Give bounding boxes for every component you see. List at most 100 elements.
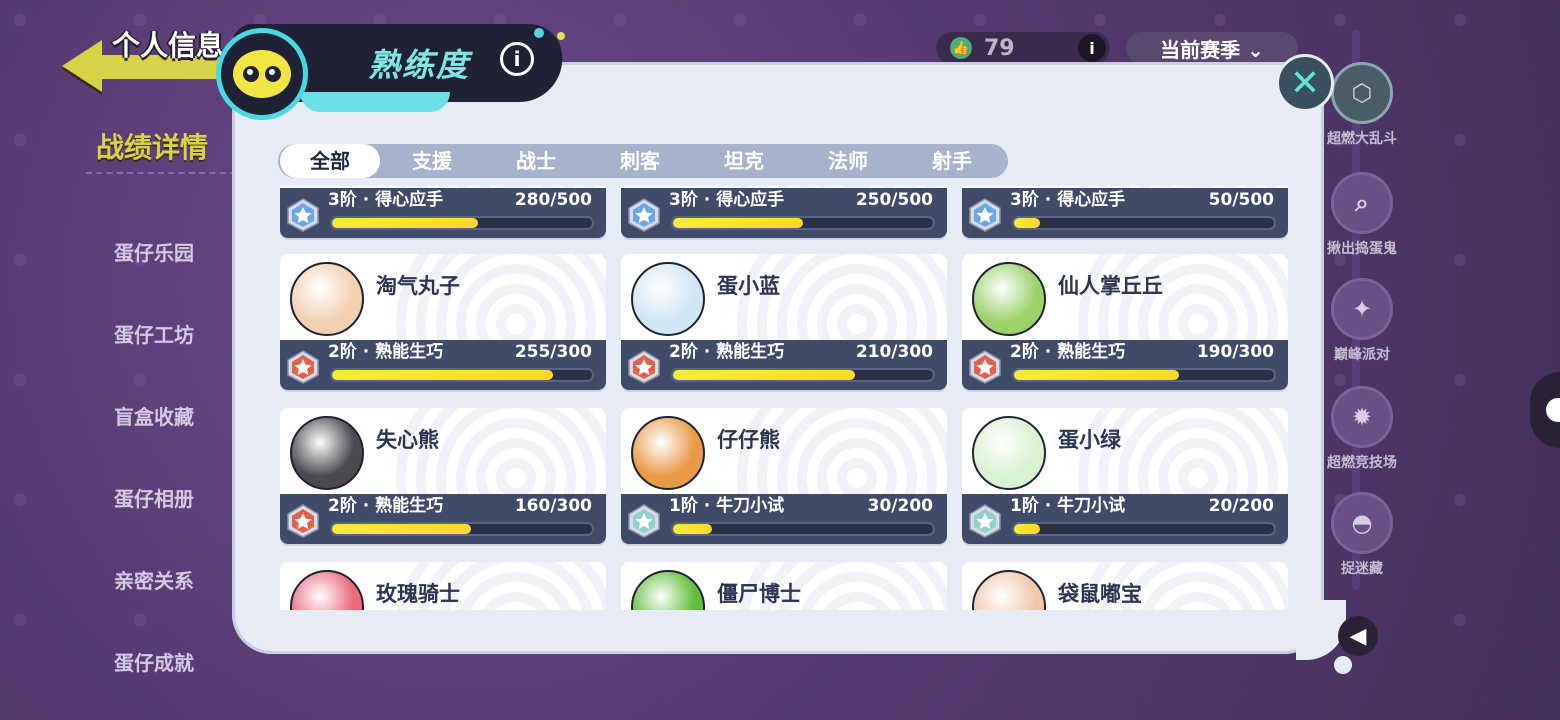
tab-all[interactable]: 全部	[280, 144, 380, 178]
character-card[interactable]: 失心熊 2阶 · 熟能生巧 160/300	[280, 408, 606, 544]
character-name: 蛋小蓝	[717, 274, 780, 298]
character-card[interactable]: 3阶 · 得心应手 50/500	[962, 186, 1288, 238]
character-name: 袋鼠嘟宝	[1058, 582, 1142, 606]
character-card[interactable]: 3阶 · 得心应手 280/500	[280, 186, 606, 238]
tab-assassin[interactable]: 刺客	[588, 144, 692, 178]
mode-item-mischief[interactable]: ⌕ 揪出捣蛋鬼	[1310, 172, 1414, 258]
hexagon-icon: ⬡	[1331, 62, 1393, 124]
mode-label: 巅峰派对	[1334, 347, 1390, 363]
progress-track	[1012, 368, 1276, 382]
mode-label: 超燃大乱斗	[1327, 131, 1397, 147]
progress-value: 250/500	[855, 190, 933, 210]
progress-track	[1012, 522, 1276, 536]
character-name: 仔仔熊	[717, 428, 780, 452]
character-name: 玫瑰骑士	[376, 582, 460, 606]
rank-star-icon	[287, 504, 319, 538]
menu-item-achievements[interactable]: 蛋仔成就	[0, 620, 236, 702]
menu-item-eggy-park[interactable]: 蛋仔乐园	[0, 210, 236, 292]
collapse-arrow-icon[interactable]: ◀	[1338, 616, 1378, 656]
flame-icon: ✹	[1331, 386, 1393, 448]
progress-track	[330, 216, 594, 230]
character-avatar	[631, 416, 705, 490]
character-card[interactable]: 仙人掌丘丘 2阶 · 熟能生巧 190/300	[962, 254, 1288, 390]
info-icon[interactable]: i	[1078, 34, 1106, 62]
character-card[interactable]: 袋鼠嘟宝	[962, 562, 1288, 610]
rank-label: 3阶 · 得心应手	[328, 190, 444, 210]
proficiency-bar: 2阶 · 熟能生巧 210/300	[621, 340, 947, 390]
page-title: 个人信息	[112, 29, 225, 62]
proficiency-bar: 1阶 · 牛刀小试 20/200	[962, 494, 1288, 544]
character-card[interactable]: 蛋小绿 1阶 · 牛刀小试 20/200	[962, 408, 1288, 544]
progress-value: 210/300	[855, 342, 933, 362]
character-card[interactable]: 仔仔熊 1阶 · 牛刀小试 30/200	[621, 408, 947, 544]
rank-label: 2阶 · 熟能生巧	[1010, 342, 1126, 362]
character-name: 失心熊	[376, 428, 439, 452]
car-icon: ◓	[1331, 492, 1393, 554]
progress-track	[671, 216, 935, 230]
proficiency-bar: 1阶 · 牛刀小试 30/200	[621, 494, 947, 544]
menu-item-blindbox[interactable]: 盲盒收藏	[0, 374, 236, 456]
mode-item-arena[interactable]: ✹ 超燃竞技场	[1310, 386, 1414, 472]
rank-label: 2阶 · 熟能生巧	[328, 342, 444, 362]
menu-item-album[interactable]: 蛋仔相册	[0, 456, 236, 538]
character-card[interactable]: 淘气丸子 2阶 · 熟能生巧 255/300	[280, 254, 606, 390]
info-icon[interactable]: i	[500, 42, 534, 76]
egg-face-icon	[233, 50, 291, 98]
left-menu: 蛋仔乐园 蛋仔工坊 盲盒收藏 蛋仔相册 亲密关系 蛋仔成就	[0, 210, 236, 702]
proficiency-badge	[216, 28, 308, 120]
season-dropdown[interactable]: 当前赛季 ⌄	[1126, 32, 1298, 64]
proficiency-bar: 2阶 · 熟能生巧 160/300	[280, 494, 606, 544]
likes-count: 79	[984, 35, 1015, 61]
character-name: 仙人掌丘丘	[1058, 274, 1163, 298]
back-arrow-icon[interactable]	[62, 40, 102, 92]
rank-star-icon	[969, 350, 1001, 384]
magnifier-icon: ⌕	[1331, 172, 1393, 234]
character-avatar	[972, 262, 1046, 336]
rank-star-icon	[969, 504, 1001, 538]
tab-marksman[interactable]: 射手	[900, 144, 1004, 178]
eye-icon	[265, 66, 281, 82]
menu-item-eggy-workshop[interactable]: 蛋仔工坊	[0, 292, 236, 374]
character-avatar	[972, 416, 1046, 490]
proficiency-bar: 3阶 · 得心应手 280/500	[280, 188, 606, 238]
character-avatar	[631, 570, 705, 610]
section-title: 战绩详情	[96, 131, 209, 164]
rank-star-icon	[628, 198, 660, 232]
likes-chip: 👍 79 i	[936, 32, 1110, 64]
rank-label: 2阶 · 熟能生巧	[669, 342, 785, 362]
progress-value: 280/500	[514, 190, 592, 210]
tab-warrior[interactable]: 战士	[484, 144, 588, 178]
character-card[interactable]: 玫瑰骑士	[280, 562, 606, 610]
rank-label: 1阶 · 牛刀小试	[1010, 496, 1126, 516]
character-grid: 3阶 · 得心应手 280/500 3阶 · 得心应手 250/500 3阶 · 得心应…	[270, 186, 1306, 610]
tab-mage[interactable]: 法师	[796, 144, 900, 178]
tab-tank[interactable]: 坦克	[692, 144, 796, 178]
character-card[interactable]: 僵尸博士	[621, 562, 947, 610]
character-avatar	[290, 262, 364, 336]
mode-label: 超燃竞技场	[1327, 455, 1397, 471]
tab-support[interactable]: 支援	[380, 144, 484, 178]
rank-label: 3阶 · 得心应手	[1010, 190, 1126, 210]
rank-label: 2阶 · 熟能生巧	[328, 496, 444, 516]
character-card[interactable]: 3阶 · 得心应手 250/500	[621, 186, 947, 238]
progress-value: 160/300	[514, 496, 592, 516]
character-avatar	[290, 416, 364, 490]
rocket-icon: ✦	[1331, 278, 1393, 340]
proficiency-bar: 2阶 · 熟能生巧 190/300	[962, 340, 1288, 390]
character-avatar	[631, 262, 705, 336]
progress-fill	[332, 218, 478, 228]
progress-track	[671, 368, 935, 382]
progress-track	[330, 522, 594, 536]
mode-item-hide-and-seek[interactable]: ◓ 捉迷藏	[1310, 492, 1414, 578]
progress-fill	[332, 524, 471, 534]
mode-item-peak-party[interactable]: ✦ 巅峰派对	[1310, 278, 1414, 364]
rank-label: 1阶 · 牛刀小试	[669, 496, 785, 516]
menu-item-relations[interactable]: 亲密关系	[0, 538, 236, 620]
character-name: 僵尸博士	[717, 582, 801, 606]
dialog-tail-dot	[1334, 656, 1352, 674]
progress-track	[1012, 216, 1276, 230]
rank-star-icon	[287, 350, 319, 384]
character-card[interactable]: 蛋小蓝 2阶 · 熟能生巧 210/300	[621, 254, 947, 390]
role-tabs: 全部 支援 战士 刺客 坦克 法师 射手	[278, 144, 1008, 178]
close-button[interactable]: ✕	[1276, 54, 1334, 112]
